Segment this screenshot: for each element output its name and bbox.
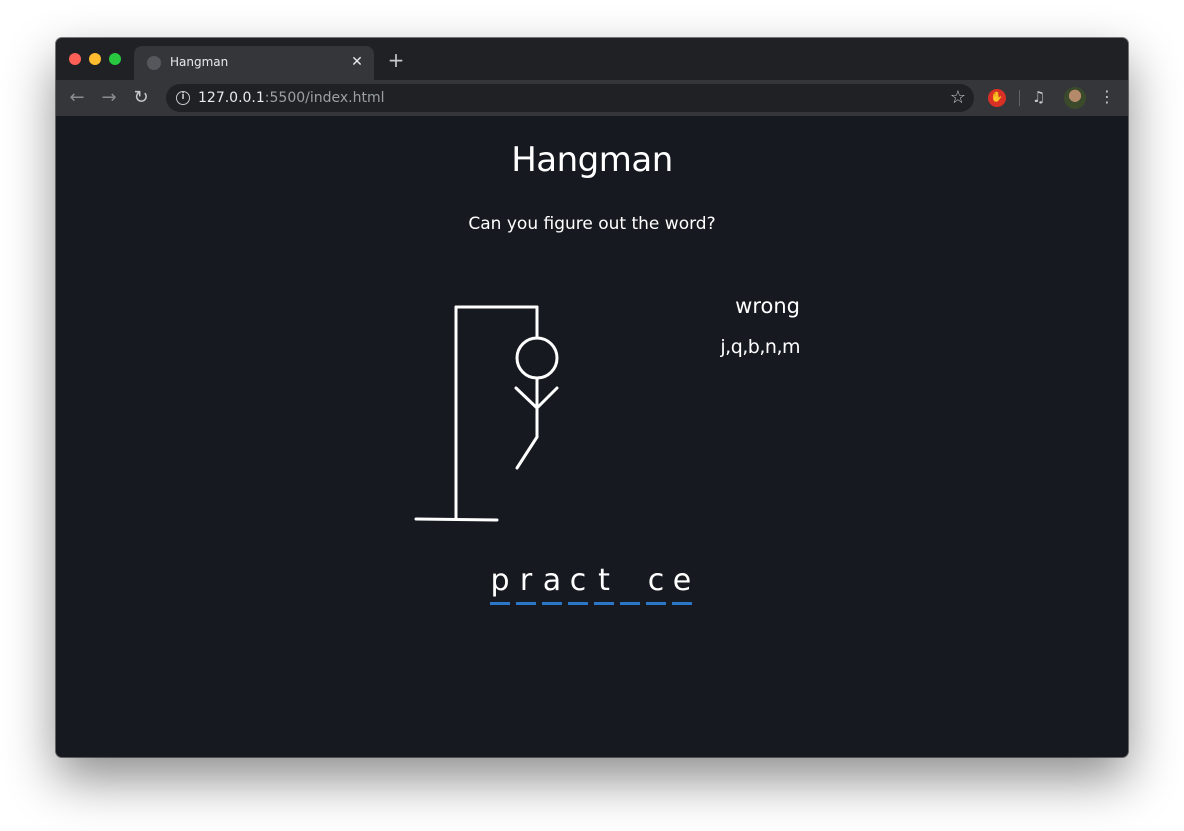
letter-slot: p: [490, 561, 510, 605]
page-title: Hangman: [511, 140, 673, 180]
tab-title: Hangman: [170, 55, 229, 69]
stop-hand-extension-icon[interactable]: ✋: [988, 89, 1006, 107]
close-window-button[interactable]: [69, 53, 81, 65]
url-host: 127.0.0.1: [198, 90, 265, 106]
browser-window: Hangman ✕ + ← → ↻ i 127.0.0.1:5500/index…: [56, 38, 1128, 757]
info-icon[interactable]: i: [176, 91, 190, 105]
figure-left-leg: [515, 435, 539, 470]
globe-icon: [147, 56, 161, 70]
kebab-menu-icon[interactable]: ⋮: [1099, 87, 1115, 106]
title-bar: Hangman ✕ +: [56, 38, 1128, 80]
url-path: :5500/index.html: [264, 90, 385, 106]
reload-button[interactable]: ↻: [130, 87, 152, 109]
forward-button[interactable]: →: [98, 87, 120, 109]
letter-slot: [620, 561, 640, 605]
letter-slot: e: [672, 561, 692, 605]
browser-toolbar: ← → ↻ i 127.0.0.1:5500/index.html ☆ ✋ ♫ …: [56, 80, 1128, 116]
subtitle: Can you figure out the word?: [468, 214, 716, 234]
figure-right-arm: [535, 386, 559, 410]
close-icon[interactable]: ✕: [348, 53, 366, 71]
word-display: p r a c t c e: [490, 561, 698, 605]
letter-slot: t: [594, 561, 614, 605]
maximize-window-button[interactable]: [109, 53, 121, 65]
address-bar[interactable]: i 127.0.0.1:5500/index.html ☆: [166, 84, 974, 112]
figure-head: [515, 336, 559, 380]
bookmark-star-icon[interactable]: ☆: [950, 87, 966, 108]
figure-left-arm: [514, 386, 539, 410]
wrong-label: wrong: [735, 294, 800, 318]
tab-hangman[interactable]: Hangman ✕: [134, 46, 374, 80]
letter-slot: c: [646, 561, 666, 605]
url-text[interactable]: 127.0.0.1:5500/index.html: [198, 90, 385, 106]
media-control-icon[interactable]: ♫: [1032, 88, 1045, 106]
letter-slot: c: [568, 561, 588, 605]
letter-slot: a: [542, 561, 562, 605]
hangman-figure: [414, 305, 559, 522]
minimize-window-button[interactable]: [89, 53, 101, 65]
back-button[interactable]: ←: [66, 87, 88, 109]
profile-avatar[interactable]: [1064, 87, 1086, 109]
letter-slot: r: [516, 561, 536, 605]
wrong-letters: j,q,b,n,m: [720, 336, 800, 358]
page-content: Hangman Can you figure out the word? wro…: [56, 116, 1128, 757]
toolbar-divider: [1019, 90, 1020, 106]
new-tab-button[interactable]: +: [384, 50, 408, 70]
